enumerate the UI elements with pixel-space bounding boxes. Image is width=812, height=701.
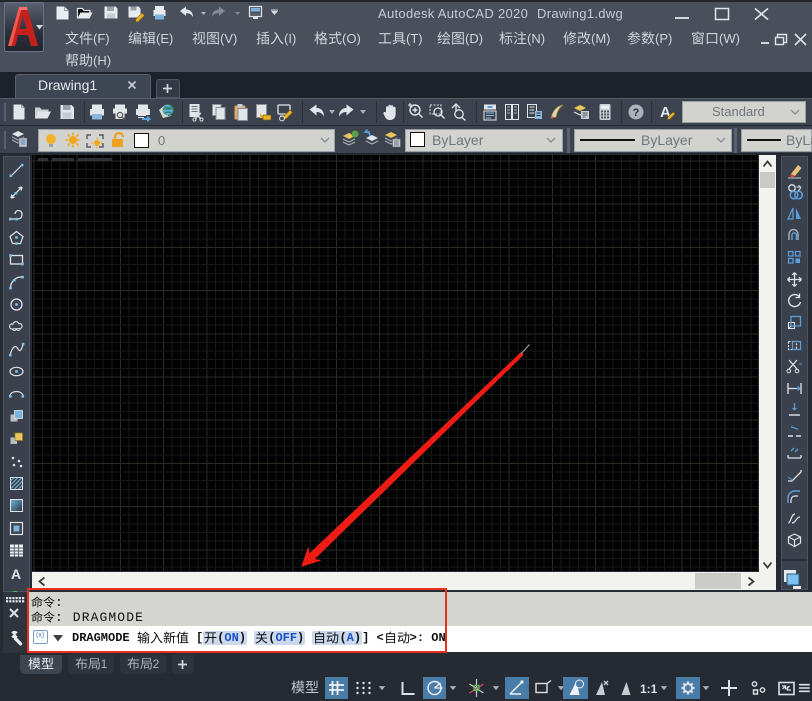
svg-text:A: A [11,566,21,582]
svg-text:?: ? [633,107,640,119]
svg-text:0: 0 [158,133,165,148]
